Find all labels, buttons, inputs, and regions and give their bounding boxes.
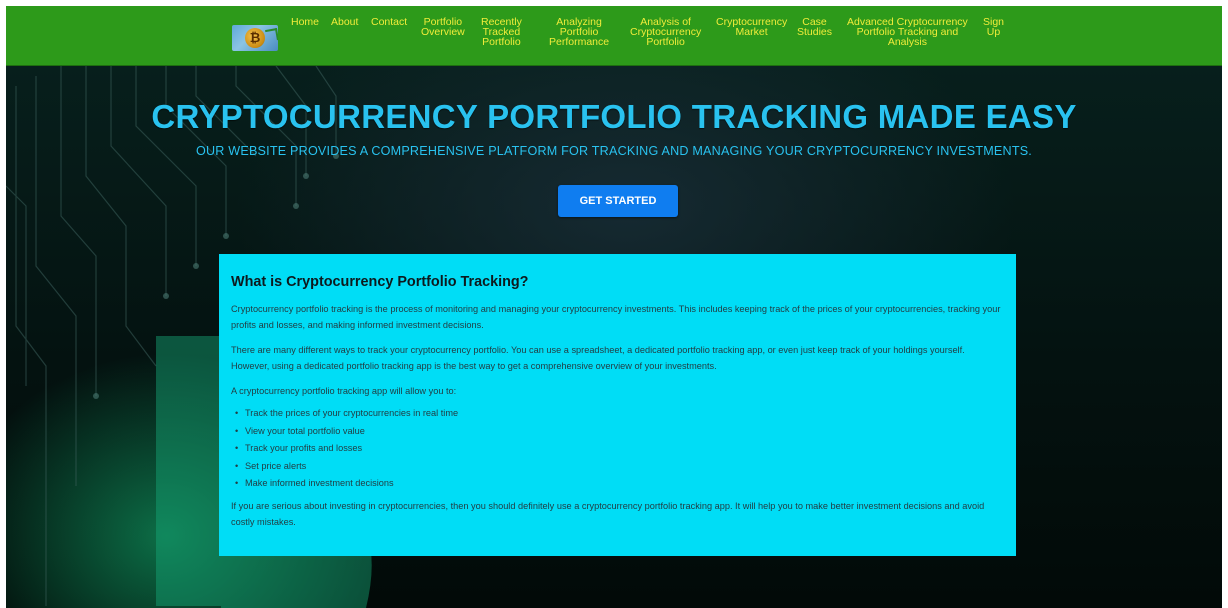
list-item: View your total portfolio value xyxy=(235,423,1004,441)
list-item: Set price alerts xyxy=(235,458,1004,476)
bitcoin-logo-icon[interactable]: ₿ xyxy=(232,25,278,51)
get-started-button[interactable]: GET STARTED xyxy=(558,185,678,217)
list-item: Track your profits and losses xyxy=(235,440,1004,458)
nav-cryptocurrency-market[interactable]: Cryptocurrency Market xyxy=(716,17,787,38)
list-item: Make informed investment decisions xyxy=(235,475,1004,493)
page-frame: ₿ Home About Contact Portfolio Overview … xyxy=(6,6,1222,608)
nav-contact[interactable]: Contact xyxy=(371,17,407,28)
nav-analysis-of-cryptocurrency-portfolio[interactable]: Analysis of Cryptocurrency Portfolio xyxy=(630,17,701,48)
info-paragraph-1: Cryptocurrency portfolio tracking is the… xyxy=(231,304,1001,330)
info-paragraph-4: If you are serious about investing in cr… xyxy=(231,500,985,527)
nav-analyzing-portfolio-performance[interactable]: Analyzing Portfolio Performance xyxy=(549,17,609,48)
list-item: Track the prices of your cryptocurrencie… xyxy=(235,405,1004,423)
nav-about[interactable]: About xyxy=(331,17,358,28)
info-card: What is Cryptocurrency Portfolio Trackin… xyxy=(219,254,1016,556)
nav-recently-tracked-portfolio[interactable]: Recently Tracked Portfolio xyxy=(481,17,522,48)
info-paragraph-2: There are many different ways to track y… xyxy=(231,345,965,371)
hero-subtitle: OUR WEBSITE PROVIDES A COMPREHENSIVE PLA… xyxy=(195,144,1033,158)
info-card-heading: What is Cryptocurrency Portfolio Trackin… xyxy=(231,274,529,290)
feature-list: Track the prices of your cryptocurrencie… xyxy=(231,405,1004,493)
nav-portfolio-overview[interactable]: Portfolio Overview xyxy=(421,17,465,38)
nav-sign-up[interactable]: Sign Up xyxy=(983,17,1004,38)
trend-arrow-icon xyxy=(265,28,278,42)
top-navbar: ₿ Home About Contact Portfolio Overview … xyxy=(6,6,1222,66)
nav-home[interactable]: Home xyxy=(291,17,319,28)
info-paragraph-3: A cryptocurrency portfolio tracking app … xyxy=(231,386,457,396)
nav-case-studies[interactable]: Case Studies xyxy=(797,17,832,38)
hero-title: CRYPTOCURRENCY PORTFOLIO TRACKING MADE E… xyxy=(151,98,1077,135)
hero-section: CRYPTOCURRENCY PORTFOLIO TRACKING MADE E… xyxy=(6,66,1222,608)
bitcoin-coin-icon: ₿ xyxy=(245,28,265,48)
nav-advanced-portfolio-tracking[interactable]: Advanced Cryptocurrency Portfolio Tracki… xyxy=(847,17,968,48)
